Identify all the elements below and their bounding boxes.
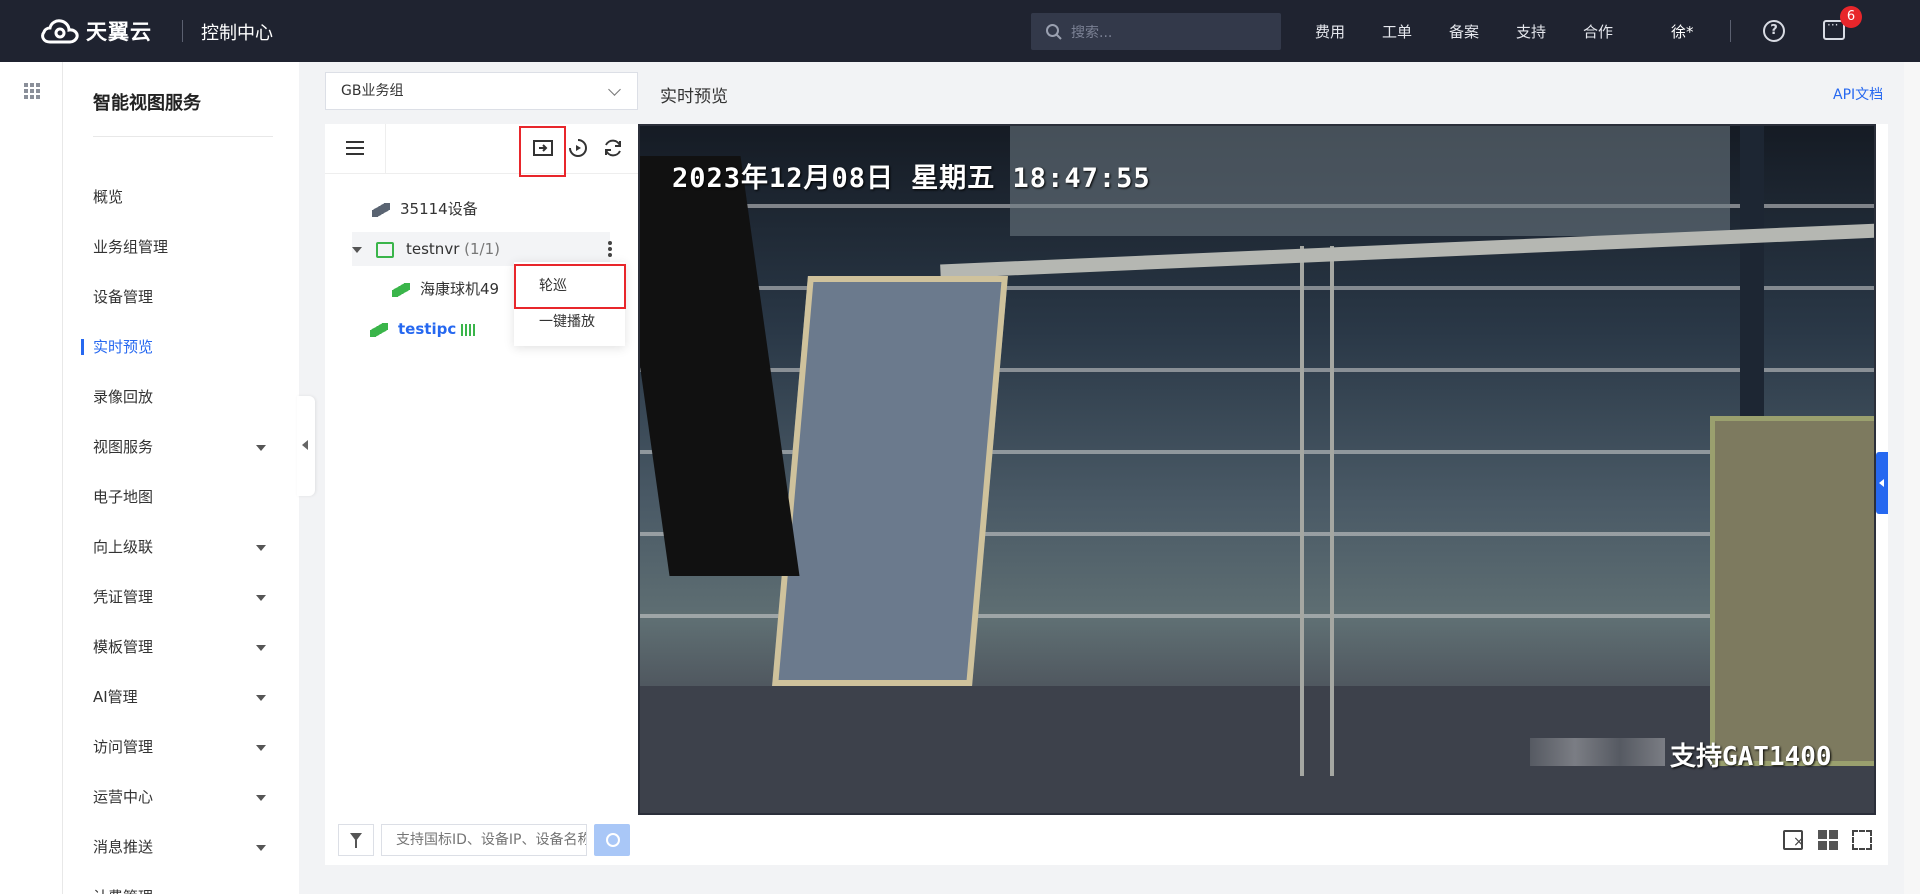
sidebar-group-access[interactable]: 访问管理 [63, 727, 299, 767]
video-timestamp: 2023年12月08日 星期五 18:47:55 [672, 163, 1151, 194]
nav-filing[interactable]: 备案 [1449, 21, 1479, 42]
expand-arrow-icon[interactable] [352, 246, 362, 253]
sidebar-divider [93, 136, 273, 137]
video-panel: 2023年12月08日 星期五 18:47:55 支持GAT1400 [638, 124, 1888, 865]
sidebar-group-cascade[interactable]: 向上级联 [63, 527, 299, 567]
header-divider [1730, 20, 1731, 42]
chevron-down-icon [256, 545, 266, 551]
menu-highlight-box [514, 264, 626, 309]
tree-node-label: testnvr [406, 240, 460, 258]
business-group-select[interactable]: GB业务组 [325, 72, 638, 110]
tree-node-label: testipc [398, 320, 457, 338]
signal-bars-icon [461, 323, 476, 336]
tree-toolbar [325, 124, 638, 174]
business-group-value: GB业务组 [341, 83, 404, 99]
sidebar-group-templates[interactable]: 模板管理 [63, 627, 299, 667]
device-tree-panel: 35114设备 testnvr (1/1) 海康球机49 testipc [325, 124, 638, 865]
tree-node-hikvision[interactable]: 海康球机49 [392, 272, 499, 306]
device-search-input[interactable] [381, 824, 587, 856]
video-stream[interactable]: 2023年12月08日 星期五 18:47:55 支持GAT1400 [638, 124, 1876, 815]
chevron-down-icon [256, 745, 266, 751]
menu-item-play-all[interactable]: 一键播放 [514, 304, 625, 340]
video-controls [638, 815, 1888, 865]
replay-icon[interactable] [566, 137, 590, 161]
tree-node-label: 35114设备 [400, 200, 478, 218]
fullscreen-icon[interactable] [1852, 830, 1872, 850]
sidebar-item-business-group[interactable]: 业务组管理 [63, 227, 299, 267]
tree-node-35114[interactable]: 35114设备 [372, 192, 478, 226]
sidebar-item-devices[interactable]: 设备管理 [63, 277, 299, 317]
chevron-down-icon [608, 83, 621, 96]
video-osd-label: 支持GAT1400 [1670, 742, 1832, 772]
chevron-down-icon [256, 445, 266, 451]
sidebar-group-credentials[interactable]: 凭证管理 [63, 577, 299, 617]
tree-collapse-icon[interactable] [325, 124, 386, 174]
sidebar-group-billing[interactable]: 计费管理 [63, 877, 299, 894]
sidebar-group-notifications[interactable]: 消息推送 [63, 827, 299, 867]
sidebar-title: 智能视图服务 [93, 93, 201, 114]
sidebar: 智能视图服务 概览 业务组管理 设备管理 实时预览 录像回放 视图服务 电子地图… [63, 62, 299, 894]
nav-support[interactable]: 支持 [1516, 21, 1546, 42]
sidebar-item-overview[interactable]: 概览 [63, 177, 299, 217]
cloud-logo-icon [41, 19, 79, 44]
patrol-highlight-box [519, 126, 566, 177]
notification-badge: 6 [1840, 6, 1862, 28]
top-bar: 天翼云 控制中心 搜索... 费用 工单 备案 支持 合作 徐* ? 6 [0, 0, 1920, 62]
camera-online-icon [392, 282, 410, 297]
ptz-panel-toggle[interactable] [1876, 452, 1888, 514]
video-blurred-text [1530, 738, 1665, 766]
tree-node-testipc[interactable]: testipc [370, 312, 476, 346]
global-search[interactable]: 搜索... [1031, 13, 1281, 50]
video-scene-foreground [640, 156, 800, 576]
filter-icon[interactable] [338, 824, 374, 856]
page-scrollbar[interactable] [1904, 62, 1920, 894]
tree-node-count: (1/1) [464, 240, 500, 258]
sidebar-item-emap[interactable]: 电子地图 [63, 477, 299, 517]
layout-grid-icon[interactable] [1818, 830, 1838, 850]
chevron-down-icon [256, 795, 266, 801]
brand-logo[interactable]: 天翼云 [40, 14, 152, 48]
search-placeholder: 搜索... [1071, 24, 1113, 41]
api-docs-link[interactable]: API文档 [1833, 84, 1883, 104]
brand-name: 天翼云 [86, 20, 152, 44]
nav-fees[interactable]: 费用 [1315, 21, 1345, 42]
apps-grid-icon[interactable] [24, 83, 40, 99]
sidebar-item-live-preview[interactable]: 实时预览 [63, 327, 299, 367]
help-icon[interactable]: ? [1763, 20, 1785, 42]
sidebar-item-playback[interactable]: 录像回放 [63, 377, 299, 417]
page-title: 实时预览 [660, 87, 728, 107]
video-scene-ladder [1300, 246, 1334, 776]
video-scene-chair [772, 276, 1008, 686]
sidebar-group-ai[interactable]: AI管理 [63, 677, 299, 717]
product-strip [0, 62, 63, 894]
sidebar-item-label: 计费管理 [63, 877, 299, 894]
user-name[interactable]: 徐* [1671, 21, 1694, 42]
chevron-down-icon [256, 645, 266, 651]
refresh-icon[interactable] [601, 137, 625, 161]
nvr-icon [376, 241, 394, 258]
close-all-icon[interactable] [1783, 830, 1805, 850]
tree-search-bar [325, 819, 638, 865]
logo-divider [182, 20, 183, 42]
video-scene-chair-right [1710, 416, 1874, 766]
tree-node-testnvr[interactable]: testnvr (1/1) [352, 232, 610, 266]
more-options-icon[interactable] [608, 240, 612, 258]
sidebar-group-view-service[interactable]: 视图服务 [63, 427, 299, 467]
chevron-down-icon [256, 845, 266, 851]
sidebar-collapse-handle[interactable] [297, 396, 315, 496]
search-icon [1046, 23, 1062, 40]
chevron-down-icon [256, 695, 266, 701]
nav-tickets[interactable]: 工单 [1382, 21, 1412, 42]
camera-online-icon [370, 322, 388, 337]
search-button[interactable] [594, 824, 630, 856]
tree-node-label: 海康球机49 [420, 280, 500, 298]
nav-partner[interactable]: 合作 [1583, 21, 1613, 42]
camera-icon [372, 202, 390, 217]
sidebar-group-operations[interactable]: 运营中心 [63, 777, 299, 817]
console-title[interactable]: 控制中心 [201, 19, 273, 45]
chevron-down-icon [256, 595, 266, 601]
